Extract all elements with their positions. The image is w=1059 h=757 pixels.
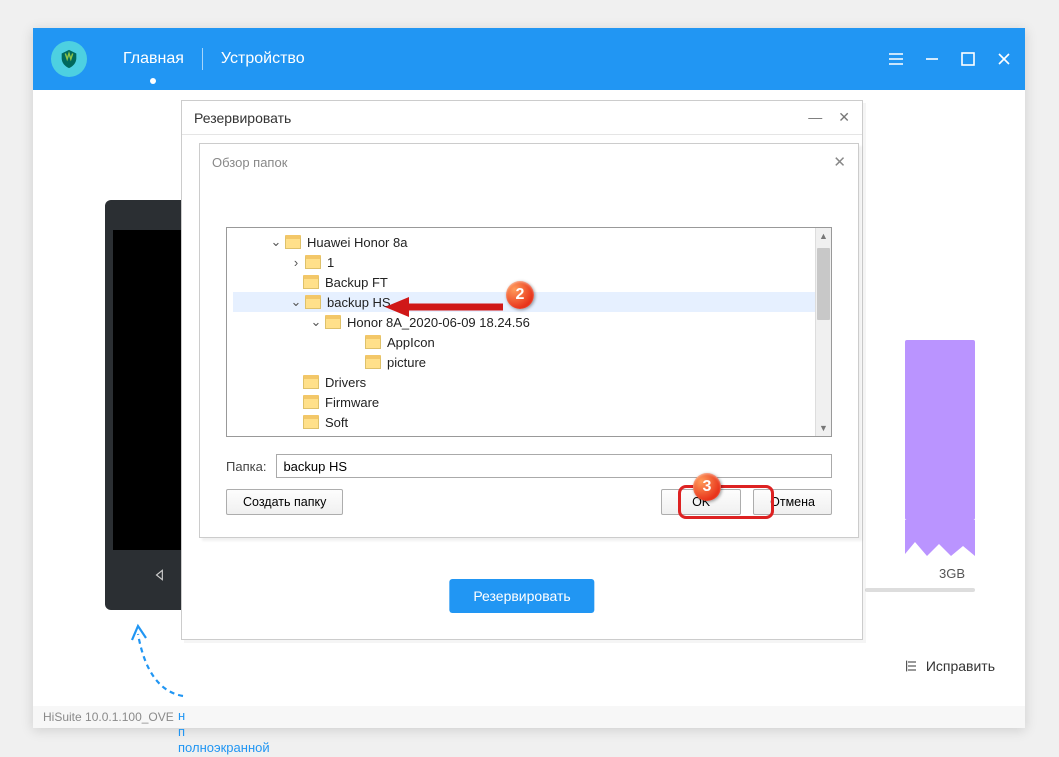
fix-link-label: Исправить [926, 658, 995, 674]
browse-dialog-titlebar: Обзор папок ✕ [200, 144, 858, 180]
close-icon[interactable] [995, 50, 1013, 68]
app-logo-icon [51, 41, 87, 77]
tree-row[interactable]: ›1 [233, 252, 827, 272]
scroll-down-icon[interactable]: ▼ [816, 420, 831, 436]
backup-dialog-titlebar: Резервировать — ✕ [182, 101, 862, 135]
hamburger-icon[interactable] [887, 50, 905, 68]
folder-icon [303, 375, 319, 389]
storage-size-label: 3GB [939, 566, 965, 581]
folder-tree: ⌄Huawei Honor 8a ›1 Backup FT ⌄backup HS… [226, 227, 832, 437]
tree-row[interactable]: picture [233, 352, 827, 372]
folder-icon [365, 335, 381, 349]
browse-close-icon[interactable]: ✕ [833, 153, 846, 171]
folder-icon [305, 295, 321, 309]
nav-tabs: Главная Устройство [113, 28, 315, 90]
chevron-down-icon[interactable]: ⌄ [269, 234, 283, 250]
folder-path-input[interactable] [276, 454, 832, 478]
folder-icon [325, 315, 341, 329]
dlg1-close-icon[interactable]: ✕ [838, 109, 850, 126]
fullscreen-hint-text: н п полноэкранной [178, 708, 270, 756]
chevron-right-icon[interactable]: › [289, 255, 303, 270]
folder-tree-inner: ⌄Huawei Honor 8a ›1 Backup FT ⌄backup HS… [227, 228, 831, 436]
folder-icon [305, 255, 321, 269]
folder-icon [303, 395, 319, 409]
status-text: HiSuite 10.0.1.100_OVE [43, 710, 174, 724]
create-folder-button[interactable]: Создать папку [226, 489, 343, 515]
backup-run-button[interactable]: Резервировать [449, 579, 594, 613]
browse-dialog-title: Обзор папок [212, 155, 287, 170]
tree-row-root[interactable]: ⌄Huawei Honor 8a [233, 232, 827, 252]
tab-home[interactable]: Главная [113, 28, 194, 90]
phone-back-icon [153, 568, 167, 582]
browse-folders-dialog: Обзор папок ✕ ⌄Huawei Honor 8a ›1 Backup… [199, 143, 859, 538]
maximize-icon[interactable] [959, 50, 977, 68]
tree-row[interactable]: AppIcon [233, 332, 827, 352]
chevron-down-icon[interactable]: ⌄ [289, 294, 303, 310]
tree-row[interactable]: ⌄Honor 8A_2020-06-09 18.24.56 [233, 312, 827, 332]
folder-label: Папка: [226, 459, 266, 474]
folder-icon [365, 355, 381, 369]
folder-icon [285, 235, 301, 249]
minimize-icon[interactable] [923, 50, 941, 68]
tree-row[interactable]: Drivers [233, 372, 827, 392]
cancel-button[interactable]: Отмена [753, 489, 832, 515]
window-controls [887, 50, 1013, 68]
tree-row[interactable]: Firmware [233, 392, 827, 412]
storage-chart [905, 340, 975, 520]
tree-row-selected[interactable]: ⌄backup HS [233, 292, 827, 312]
nav-separator [202, 48, 203, 70]
scroll-thumb[interactable] [817, 248, 830, 320]
backup-dialog-title: Резервировать [194, 110, 291, 126]
dlg1-minimize-icon[interactable]: — [808, 109, 822, 126]
folder-icon [303, 275, 319, 289]
scroll-up-icon[interactable]: ▲ [816, 228, 831, 244]
storage-progress-bar [865, 588, 975, 592]
folder-icon [303, 415, 319, 429]
folder-path-row: Папка: [226, 454, 832, 478]
dialog-button-row: Создать папку OK Отмена [226, 489, 832, 515]
tab-device[interactable]: Устройство [211, 28, 315, 90]
storage-chart-cap [905, 520, 975, 560]
fix-link[interactable]: Исправить [904, 658, 995, 674]
chevron-down-icon[interactable]: ⌄ [309, 314, 323, 330]
tree-scrollbar[interactable]: ▲ ▼ [815, 228, 831, 436]
repair-icon [904, 658, 920, 674]
tree-row[interactable]: Backup FT [233, 272, 827, 292]
titlebar: Главная Устройство [33, 28, 1025, 90]
tree-row[interactable]: Soft [233, 412, 827, 432]
ok-button[interactable]: OK [661, 489, 741, 515]
